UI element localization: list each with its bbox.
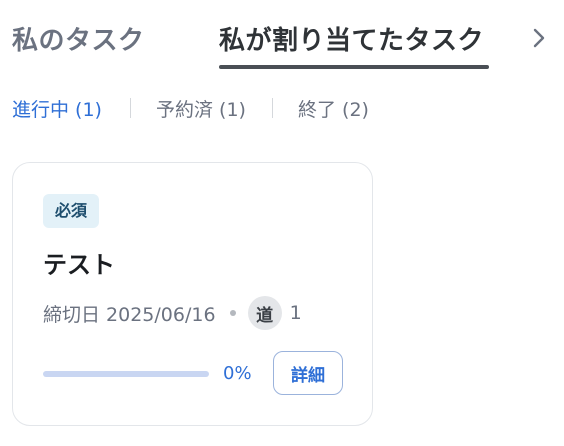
assignee-avatar: 道: [247, 296, 282, 330]
filter-divider: [272, 98, 273, 118]
active-tab-indicator: [219, 65, 489, 69]
task-title: テスト: [43, 251, 115, 279]
filter-in-progress[interactable]: 進行中 (1): [12, 95, 102, 122]
assignee-count: 1: [289, 302, 302, 324]
progress-percent: 0%: [223, 363, 252, 384]
task-tabs: 私のタスク 私が割り当てたタスク: [0, 0, 564, 72]
due-date: 締切日 2025/06/16: [43, 303, 216, 326]
tab-assigned-tasks[interactable]: 私が割り当てたタスク: [219, 20, 484, 57]
filter-divider: [130, 98, 131, 118]
chevron-right-icon[interactable]: [528, 27, 550, 49]
filter-completed[interactable]: 終了 (2): [298, 95, 369, 122]
detail-button[interactable]: 詳細: [273, 351, 343, 395]
task-screen: 私のタスク 私が割り当てたタスク 進行中 (1) 予約済 (1) 終了 (2) …: [0, 0, 564, 446]
progress-bar: [43, 371, 209, 377]
filter-reserved[interactable]: 予約済 (1): [156, 95, 246, 122]
tab-my-tasks[interactable]: 私のタスク: [12, 20, 145, 57]
separator-dot: [229, 310, 236, 316]
task-card[interactable]: 必須 テスト 締切日 2025/06/16 道 1 0% 詳細: [12, 162, 373, 426]
required-badge: 必須: [43, 194, 100, 228]
task-meta: 締切日 2025/06/16 道 1: [43, 295, 302, 331]
